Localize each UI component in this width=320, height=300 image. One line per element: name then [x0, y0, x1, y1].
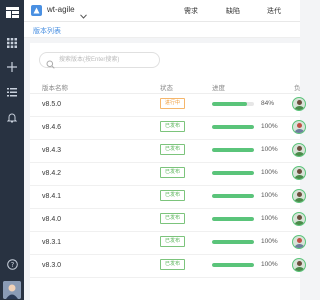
avatar-body [294, 221, 305, 225]
progress-fill [212, 217, 254, 221]
owner-avatar[interactable] [292, 97, 306, 111]
progress-percent: 100% [261, 169, 278, 176]
logo-icon[interactable] [0, 0, 24, 24]
avatar-body [294, 244, 305, 248]
add-icon[interactable] [4, 59, 20, 75]
progress-percent: 84% [261, 100, 275, 107]
owner-avatar[interactable] [292, 166, 306, 180]
column-header-progress[interactable]: 进度 [212, 82, 225, 92]
project-name[interactable]: wt-agile [47, 5, 75, 14]
avatar-face [297, 215, 302, 220]
left-rail: ? [0, 0, 24, 300]
progress-bar [212, 263, 254, 267]
progress-bar [212, 102, 254, 106]
table-row[interactable]: v8.4.2 已发布 100% [30, 163, 306, 186]
progress-fill [212, 148, 254, 152]
progress-percent: 100% [261, 215, 278, 222]
version-name[interactable]: v8.4.6 [42, 124, 61, 131]
owner-avatar[interactable] [292, 189, 306, 203]
owner-avatar[interactable] [292, 120, 306, 134]
owner-avatar[interactable] [292, 212, 306, 226]
version-name[interactable]: v8.4.2 [42, 170, 61, 177]
tab-defects[interactable]: 缺陷 [226, 6, 240, 16]
owner-avatar[interactable] [292, 235, 306, 249]
progress-bar [212, 217, 254, 221]
version-name[interactable]: v8.4.0 [42, 216, 61, 223]
progress-fill [212, 125, 254, 129]
table-row[interactable]: v8.4.3 已发布 100% [30, 140, 306, 163]
avatar-body [294, 129, 305, 133]
avatar-face [297, 123, 302, 128]
svg-text:?: ? [10, 261, 14, 269]
progress-fill [212, 194, 254, 198]
column-header-name[interactable]: 版本名称 [42, 82, 68, 92]
progress-bar [212, 194, 254, 198]
status-badge: 已发布 [160, 167, 185, 178]
table-row[interactable]: v8.3.0 已发布 100% [30, 255, 306, 278]
table-row[interactable]: v8.4.0 已发布 100% [30, 209, 306, 232]
status-badge: 已发布 [160, 144, 185, 155]
progress-percent: 100% [261, 123, 278, 130]
avatar-body [294, 198, 305, 202]
avatar-body [294, 106, 305, 110]
avatar-face [297, 100, 302, 105]
user-avatar[interactable] [3, 281, 21, 299]
version-name[interactable]: v8.3.1 [42, 239, 61, 246]
table-row[interactable]: v8.5.0 进行中 84% [30, 94, 306, 117]
top-header: wt-agile 需求 缺陷 迭代 [24, 0, 300, 22]
avatar-face [297, 261, 302, 266]
search-icon [46, 56, 55, 74]
owner-avatar[interactable] [292, 258, 306, 272]
sub-header: 版本列表 [24, 22, 300, 38]
column-header-status[interactable]: 状态 [160, 82, 173, 92]
progress-fill [212, 240, 254, 244]
progress-fill [212, 171, 254, 175]
progress-fill [212, 102, 248, 106]
status-badge: 已发布 [160, 190, 185, 201]
version-list-panel: 版本名称 状态 进度 负 v8.5.0进行中84%v8.4.6已发布100%v8… [30, 43, 306, 300]
avatar-face [297, 238, 302, 243]
search-box[interactable] [39, 52, 160, 69]
progress-percent: 100% [261, 261, 278, 268]
table-row[interactable]: v8.3.1 已发布 100% [30, 232, 306, 255]
status-badge: 已发布 [160, 213, 185, 224]
progress-bar [212, 240, 254, 244]
avatar-face [297, 169, 302, 174]
search-input[interactable] [59, 54, 155, 66]
tab-requirements[interactable]: 需求 [184, 6, 198, 16]
table-row[interactable]: v8.4.6 已发布 100% [30, 117, 306, 140]
progress-bar [212, 148, 254, 152]
status-badge: 已发布 [160, 236, 185, 247]
status-badge: 进行中 [160, 98, 185, 109]
progress-bar [212, 171, 254, 175]
breadcrumb[interactable]: 版本列表 [33, 26, 61, 36]
bell-icon[interactable] [4, 109, 20, 125]
avatar-body [294, 267, 305, 271]
progress-percent: 100% [261, 192, 278, 199]
owner-avatar[interactable] [292, 143, 306, 157]
table-row[interactable]: v8.4.1 已发布 100% [30, 186, 306, 209]
avatar-body [294, 152, 305, 156]
progress-fill [212, 263, 254, 267]
help-icon[interactable]: ? [4, 256, 20, 272]
app-root: ? wt-agile 需求 缺陷 迭代 版本列表 搜索版本(按Enter搜索) … [0, 0, 306, 300]
version-name[interactable]: v8.4.1 [42, 193, 61, 200]
progress-bar [212, 125, 254, 129]
version-name[interactable]: v8.3.0 [42, 262, 61, 269]
progress-percent: 100% [261, 146, 278, 153]
version-name[interactable]: v8.4.3 [42, 147, 61, 154]
avatar-face [297, 146, 302, 151]
list-icon[interactable] [4, 84, 20, 100]
avatar-face [297, 192, 302, 197]
avatar-body [294, 175, 305, 179]
status-badge: 已发布 [160, 259, 185, 270]
tab-iterations[interactable]: 迭代 [267, 6, 281, 16]
column-header-owner[interactable]: 负 [294, 82, 301, 92]
version-name[interactable]: v8.5.0 [42, 101, 61, 108]
apps-grid-icon[interactable] [4, 35, 20, 51]
project-icon [31, 5, 42, 16]
progress-percent: 100% [261, 238, 278, 245]
status-badge: 已发布 [160, 121, 185, 132]
